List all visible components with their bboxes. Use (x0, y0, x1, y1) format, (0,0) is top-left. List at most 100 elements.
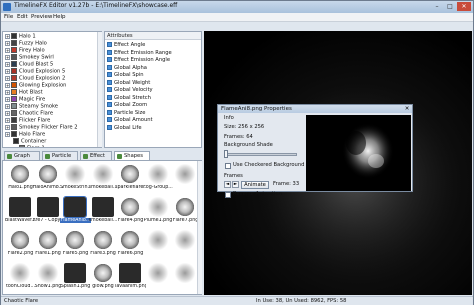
expand-icon[interactable]: + (5, 89, 10, 95)
shape-tile[interactable]: HaloAnim8... (33, 164, 64, 194)
background-shade-slider-thumb[interactable] (224, 150, 228, 158)
shape-tile[interactable]: fire7 - Copy.png (33, 197, 64, 227)
shape-label: smokeball... (88, 185, 118, 190)
attribute-item[interactable]: Global Velocity (107, 87, 153, 95)
shape-tile[interactable]: Splash1.png (60, 263, 91, 293)
background-shade-slider[interactable] (225, 153, 297, 156)
shape-thumbnail-icon (91, 263, 114, 283)
shape-tile[interactable]: Snow1.png (33, 263, 64, 293)
shape-tile[interactable] (143, 263, 174, 293)
shape-tile[interactable]: BlastWavef... (5, 197, 36, 227)
attribute-item[interactable]: Global Zoom (107, 102, 147, 110)
attribute-item[interactable]: Global Life (107, 124, 142, 133)
frames-info: Frames: 64 (224, 134, 253, 140)
viewport-toolbar (204, 23, 472, 31)
tab-particle[interactable]: Particle (42, 151, 78, 160)
shape-tile[interactable]: FlameAni8... (60, 196, 91, 227)
expand-icon[interactable]: + (5, 33, 10, 39)
attribute-item[interactable]: Global Stretch (107, 94, 151, 103)
attribute-label: Global Alpha (114, 64, 147, 71)
shape-tile[interactable]: Plume1.png (143, 197, 174, 227)
minimize-button[interactable]: – (431, 2, 443, 11)
shape-thumbnail-icon (119, 263, 141, 283)
expand-icon[interactable]: + (5, 47, 10, 53)
attribute-item[interactable]: Global Spin (107, 72, 144, 80)
attribute-graph-icon (107, 94, 112, 100)
attribute-item[interactable]: Effect Emission Range (107, 49, 172, 58)
attribute-item[interactable]: Particle Size (107, 109, 145, 118)
effects-tree: + Halo 1 + Fuzzy Halo + Firey Halo + Smokey Swi… (2, 31, 102, 148)
shapes-scrollbar[interactable] (197, 161, 202, 294)
shape-label: glow.png (92, 284, 114, 289)
shape-tile[interactable]: Flare2.png (5, 230, 36, 260)
tree-item-label: Steamy Smoke (19, 103, 58, 110)
shape-tile[interactable]: Halo1.png (5, 164, 36, 194)
expand-icon[interactable]: + (5, 75, 10, 81)
expand-icon[interactable]: + (5, 40, 10, 46)
expand-icon[interactable]: + (5, 96, 10, 102)
shape-thumbnail-icon (36, 263, 59, 283)
shape-tile[interactable]: Flare6.png (115, 230, 146, 260)
dialog-title[interactable]: FlameAni8.png Properties (218, 105, 412, 113)
menu-help[interactable]: Help (53, 14, 66, 20)
dialog-close-button[interactable]: ✕ (402, 105, 412, 113)
reverse-animation-checkbox[interactable] (225, 192, 231, 198)
tab-shapes[interactable]: Shapes (114, 151, 150, 160)
shape-label: fire7 - Copy.png (32, 218, 64, 223)
shape-tile[interactable]: Fog-Group... (143, 164, 174, 194)
tab-effect[interactable]: Effect (80, 151, 112, 160)
use-checkered-checkbox[interactable] (225, 163, 231, 169)
shape-tile[interactable]: Flare1.png (33, 230, 64, 260)
effect-thumbnail-icon (11, 33, 17, 39)
menu-edit[interactable]: Edit (17, 14, 28, 20)
prev-frame-button[interactable]: ◄ (224, 181, 231, 188)
attribute-label: Global Spin (114, 72, 144, 78)
tree-item-label: Firey Halo (19, 47, 45, 54)
shape-tile[interactable]: glow.png (88, 263, 119, 293)
attribute-item[interactable]: Global Weight (107, 79, 150, 88)
close-window-button[interactable]: ✕ (457, 2, 471, 11)
attribute-item[interactable]: Global Alpha (107, 64, 147, 73)
shape-tile[interactable]: toonCloud... (5, 263, 36, 293)
expand-icon[interactable]: + (5, 124, 10, 130)
tree-item-label: Chaotic Flare (19, 110, 54, 117)
effect-thumbnail-icon (11, 54, 17, 60)
expand-icon[interactable]: + (5, 68, 10, 74)
shape-thumbnail-icon (63, 196, 87, 218)
shape-label: smokeball... (88, 218, 118, 223)
tab-graph[interactable]: Graph (4, 151, 40, 160)
shape-label: Flare1.png (35, 251, 61, 256)
shape-tile[interactable]: smokeball... (88, 197, 119, 227)
shape-tile[interactable]: sparkleflare... (115, 164, 146, 194)
shape-tile[interactable] (143, 230, 174, 260)
expand-icon[interactable]: + (5, 131, 10, 137)
attribute-item[interactable]: Global Amount (107, 117, 153, 125)
expand-icon[interactable]: + (5, 117, 10, 123)
expand-icon[interactable]: + (5, 54, 10, 60)
animate-button[interactable]: Animate (241, 181, 269, 189)
menu-file[interactable]: File (4, 14, 13, 20)
expand-icon[interactable]: + (5, 61, 10, 67)
maximize-button[interactable]: □ (444, 2, 456, 11)
expand-icon[interactable]: + (5, 82, 10, 88)
shape-tile[interactable]: lavaanim.png (115, 263, 146, 293)
shape-tile[interactable]: Flare5.png (60, 230, 91, 260)
shape-tile[interactable]: smokeball... (88, 164, 119, 194)
menu-preview[interactable]: Preview (31, 14, 52, 20)
shape-tile[interactable]: Flare3.png (88, 230, 119, 260)
attribute-item[interactable]: Effect Angle (107, 42, 145, 50)
attribute-item[interactable]: Effect Emission Angle (107, 57, 170, 65)
tree-scrollbar[interactable] (97, 32, 102, 147)
next-frame-button[interactable]: ► (232, 181, 239, 188)
title-bar[interactable]: TimelineFX Editor v1.27b - E:\TimelineFX… (1, 1, 473, 13)
shape-tile[interactable]: Flare4.png (115, 197, 146, 227)
effect-thumbnail-icon (11, 82, 17, 88)
tree-item-label: Magic Fire (19, 96, 46, 103)
expand-icon[interactable]: + (5, 110, 10, 116)
shape-label: FlameAni8... (60, 218, 91, 223)
expand-icon[interactable]: + (5, 103, 10, 109)
shape-thumbnail-icon (174, 197, 196, 217)
tree-item[interactable]: Flare 1 (19, 145, 45, 147)
shape-tile[interactable]: SmokeStrin... (60, 164, 91, 194)
attribute-label: Global Zoom (114, 102, 148, 108)
